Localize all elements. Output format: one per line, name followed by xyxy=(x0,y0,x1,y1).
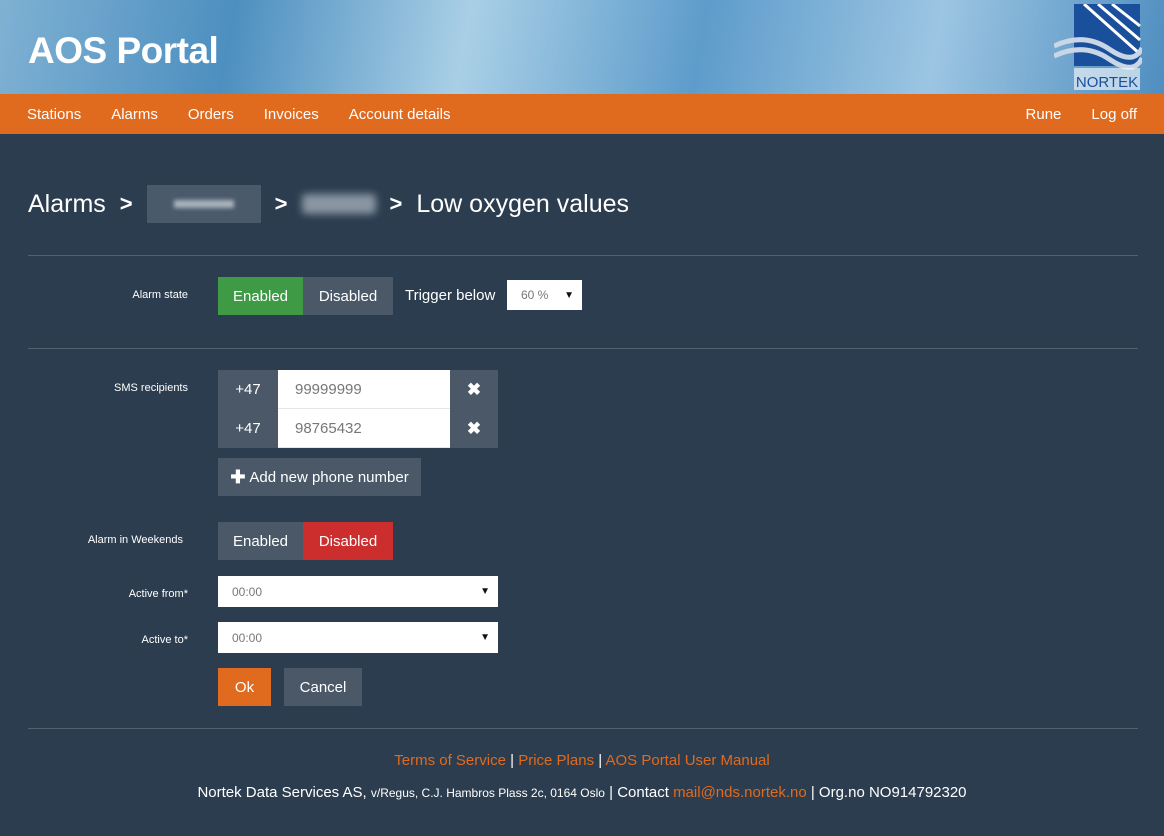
weekends-label: Alarm in Weekends xyxy=(87,534,183,546)
company-address: v/Regus, C.J. Hambros Plass 2c, 0164 Osl… xyxy=(370,786,605,800)
weekends-enabled-button[interactable]: Enabled xyxy=(218,522,303,560)
add-phone-label: Add new phone number xyxy=(249,468,409,486)
phone-number-field[interactable]: 99999999 xyxy=(278,370,450,409)
active-from-value: 00:00 xyxy=(232,584,263,599)
sms-recipients-label: SMS recipients xyxy=(114,382,188,394)
terms-link[interactable]: Terms of Service xyxy=(394,752,506,769)
divider xyxy=(28,255,1138,256)
pipe: | xyxy=(510,752,515,769)
active-to-label: Active to* xyxy=(141,634,188,646)
nortek-logo: NORTEK xyxy=(1054,4,1142,90)
pipe: | xyxy=(598,752,603,769)
active-from-label: Active from* xyxy=(128,588,188,600)
breadcrumb-separator: > xyxy=(119,191,133,216)
breadcrumb-station-redacted[interactable] xyxy=(301,194,376,214)
org-number: | Org.no NO914792320 xyxy=(810,784,967,801)
trigger-value: 60 % xyxy=(521,288,549,302)
company-name: Nortek Data Services AS, xyxy=(197,784,367,801)
contact-email-link[interactable]: mail@nds.nortek.no xyxy=(673,784,807,801)
country-code: +47 xyxy=(218,370,278,409)
breadcrumb: Alarms > > > Low oxygen values xyxy=(28,185,629,223)
nav-account-details[interactable]: Account details xyxy=(349,106,451,123)
remove-phone-icon[interactable]: ✖ xyxy=(450,409,498,448)
footer-links: Terms of Service | Price Plans | AOS Por… xyxy=(0,752,1164,769)
cancel-button[interactable]: Cancel xyxy=(284,668,362,706)
ok-button[interactable]: Ok xyxy=(218,668,271,706)
alarm-state-label: Alarm state xyxy=(132,289,188,301)
alarm-state-disabled-button[interactable]: Disabled xyxy=(303,277,393,315)
nav-logoff[interactable]: Log off xyxy=(1091,106,1137,123)
breadcrumb-separator: > xyxy=(389,191,403,216)
trigger-below-label: Trigger below xyxy=(405,287,496,304)
nav-orders[interactable]: Orders xyxy=(188,106,234,123)
country-code: +47 xyxy=(218,409,278,448)
svg-text:NORTEK: NORTEK xyxy=(1076,74,1138,90)
price-plans-link[interactable]: Price Plans xyxy=(518,752,594,769)
alarm-state-enabled-button[interactable]: Enabled xyxy=(218,277,303,315)
breadcrumb-separator: > xyxy=(274,191,288,216)
nav-alarms[interactable]: Alarms xyxy=(111,106,158,123)
user-manual-link[interactable]: AOS Portal User Manual xyxy=(606,752,770,769)
plus-icon: ✚ xyxy=(230,466,246,487)
divider xyxy=(28,728,1138,729)
phone-row: +47 99999999 ✖ xyxy=(218,370,498,409)
add-phone-number-button[interactable]: ✚ Add new phone number xyxy=(218,458,421,496)
trigger-below-select[interactable]: 60 % ▼ xyxy=(507,280,582,310)
active-from-select[interactable]: 00:00 ▼ xyxy=(218,576,498,607)
app-title: AOS Portal xyxy=(28,30,219,71)
nav-invoices[interactable]: Invoices xyxy=(264,106,319,123)
nav-user[interactable]: Rune xyxy=(1026,106,1062,123)
main-nav: Stations Alarms Orders Invoices Account … xyxy=(0,94,1164,134)
phone-row: +47 98765432 ✖ xyxy=(218,409,498,448)
footer-info: Nortek Data Services AS, v/Regus, C.J. H… xyxy=(0,784,1164,801)
divider xyxy=(28,348,1138,349)
contact-label: | Contact xyxy=(609,784,669,801)
active-to-select[interactable]: 00:00 ▼ xyxy=(218,622,498,653)
chevron-down-icon: ▼ xyxy=(480,632,490,643)
weekends-disabled-button[interactable]: Disabled xyxy=(303,522,393,560)
remove-phone-icon[interactable]: ✖ xyxy=(450,370,498,409)
chevron-down-icon: ▼ xyxy=(480,586,490,597)
phone-number-field[interactable]: 98765432 xyxy=(278,409,450,448)
nav-stations[interactable]: Stations xyxy=(27,106,81,123)
breadcrumb-current: Low oxygen values xyxy=(416,189,630,218)
active-to-value: 00:00 xyxy=(232,630,263,645)
breadcrumb-alarms[interactable]: Alarms xyxy=(28,190,106,219)
chevron-down-icon: ▼ xyxy=(564,289,574,301)
header-banner: AOS Portal NORTEK xyxy=(0,0,1164,94)
breadcrumb-site-redacted[interactable] xyxy=(146,185,261,223)
